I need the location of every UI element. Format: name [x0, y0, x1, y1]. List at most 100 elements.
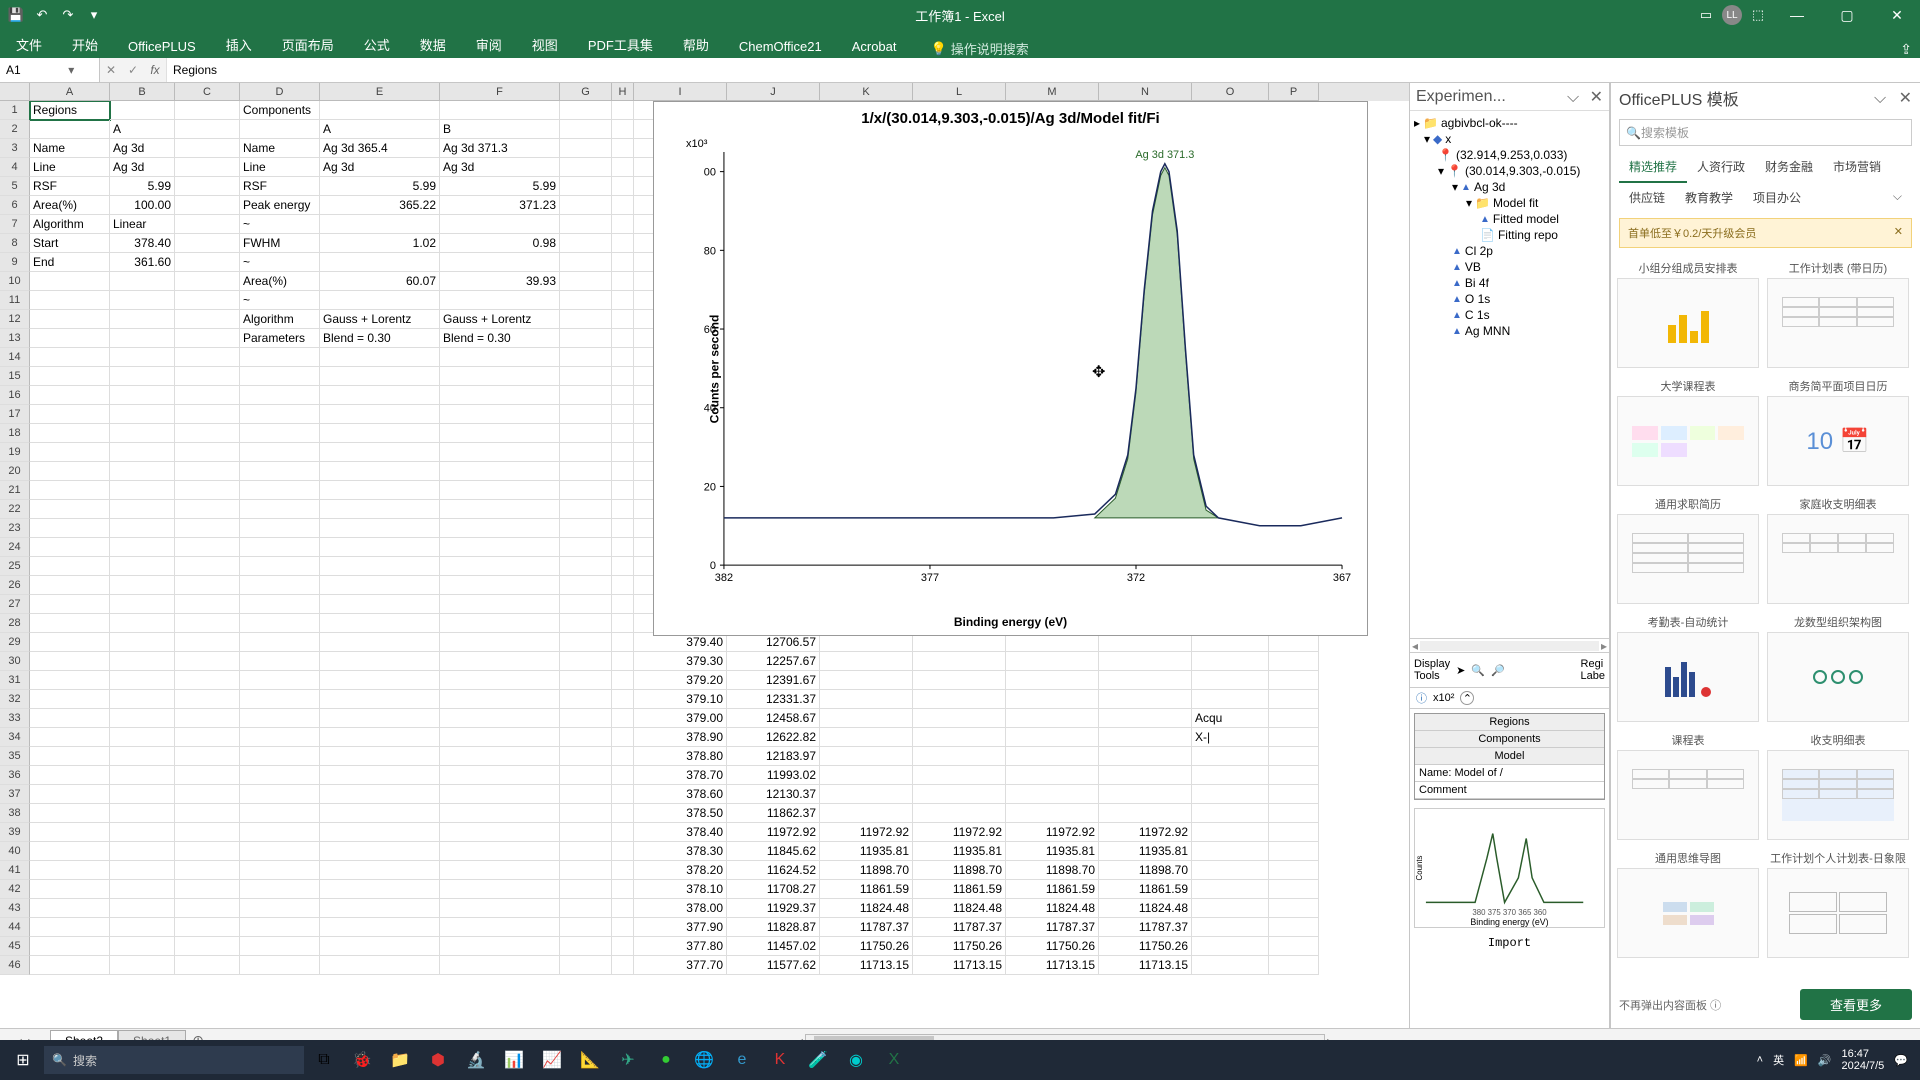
cell[interactable] — [240, 880, 320, 899]
cell[interactable] — [320, 101, 440, 120]
cat-marketing[interactable]: 市场营销 — [1823, 152, 1891, 183]
mini-chart[interactable]: Binding energy (eV) 380 375 370 365 360 … — [1414, 808, 1605, 928]
pointer-icon[interactable]: ➤ — [1456, 664, 1465, 677]
cell[interactable]: Components — [240, 101, 320, 120]
cell[interactable] — [1269, 880, 1319, 899]
cell[interactable] — [560, 766, 612, 785]
cell[interactable] — [240, 709, 320, 728]
cell[interactable]: 100.00 — [110, 196, 175, 215]
cell[interactable] — [1269, 766, 1319, 785]
cell[interactable]: Start — [30, 234, 110, 253]
cell[interactable] — [440, 614, 560, 633]
row-header[interactable]: 15 — [0, 367, 30, 386]
row-header[interactable]: 44 — [0, 918, 30, 937]
cell[interactable] — [240, 595, 320, 614]
cell[interactable] — [175, 747, 240, 766]
cell[interactable]: 11787.37 — [820, 918, 913, 937]
cell[interactable] — [1192, 937, 1269, 956]
col-header-O[interactable]: O — [1192, 83, 1269, 101]
info-icon[interactable]: ⓘ — [1416, 690, 1427, 706]
cell[interactable] — [110, 785, 175, 804]
cell[interactable] — [320, 652, 440, 671]
cell[interactable]: Area(%) — [240, 272, 320, 291]
cell[interactable] — [913, 766, 1006, 785]
cell[interactable] — [612, 215, 634, 234]
cell[interactable] — [612, 348, 634, 367]
cell[interactable] — [110, 576, 175, 595]
cell[interactable]: Area(%) — [30, 196, 110, 215]
cell[interactable] — [175, 899, 240, 918]
cell[interactable] — [175, 272, 240, 291]
cell[interactable] — [240, 804, 320, 823]
cell[interactable] — [110, 291, 175, 310]
row-header[interactable]: 20 — [0, 462, 30, 481]
taskbar-app-8[interactable]: ● — [648, 1044, 684, 1076]
cell[interactable]: 377.90 — [634, 918, 727, 937]
template-card[interactable]: 工作计划表 (带日历) — [1767, 258, 1909, 368]
cell[interactable] — [30, 614, 110, 633]
cell[interactable] — [110, 709, 175, 728]
cell[interactable] — [240, 633, 320, 652]
cell[interactable] — [612, 823, 634, 842]
cell[interactable] — [175, 880, 240, 899]
cell[interactable] — [110, 424, 175, 443]
cell[interactable] — [1006, 728, 1099, 747]
row-header[interactable]: 5 — [0, 177, 30, 196]
cell[interactable] — [30, 937, 110, 956]
cell[interactable] — [440, 253, 560, 272]
cell[interactable] — [560, 215, 612, 234]
col-header-D[interactable]: D — [240, 83, 320, 101]
row-header[interactable]: 38 — [0, 804, 30, 823]
taskbar-app-7[interactable]: ✈ — [610, 1044, 646, 1076]
cell[interactable]: 11898.70 — [913, 861, 1006, 880]
cell[interactable] — [240, 652, 320, 671]
cell[interactable] — [820, 709, 913, 728]
cell[interactable] — [820, 652, 913, 671]
cell[interactable] — [820, 671, 913, 690]
cell[interactable]: 11972.92 — [727, 823, 820, 842]
cell[interactable] — [1269, 937, 1319, 956]
taskbar-app-2[interactable]: ⬢ — [420, 1044, 456, 1076]
cell[interactable] — [175, 500, 240, 519]
cell[interactable]: 11577.62 — [727, 956, 820, 975]
cell[interactable] — [240, 671, 320, 690]
row-header[interactable]: 40 — [0, 842, 30, 861]
cell[interactable] — [320, 386, 440, 405]
cell[interactable] — [320, 500, 440, 519]
row-header[interactable]: 41 — [0, 861, 30, 880]
cell[interactable] — [240, 557, 320, 576]
tree-vb[interactable]: VB — [1465, 260, 1481, 274]
cell[interactable] — [175, 804, 240, 823]
share-icon[interactable]: ⇪ — [1900, 41, 1912, 58]
cell[interactable]: 5.99 — [440, 177, 560, 196]
cell[interactable]: 39.93 — [440, 272, 560, 291]
cell[interactable] — [820, 785, 913, 804]
cell[interactable] — [440, 728, 560, 747]
cell[interactable] — [1192, 842, 1269, 861]
cell[interactable] — [560, 880, 612, 899]
embedded-chart[interactable]: 1/x/(30.014,9.303,-0.015)/Ag 3d/Model fi… — [653, 101, 1368, 636]
cell[interactable]: 11750.26 — [1006, 937, 1099, 956]
cell[interactable]: 11824.48 — [820, 899, 913, 918]
cell[interactable] — [560, 576, 612, 595]
cell[interactable] — [440, 462, 560, 481]
cell[interactable] — [175, 690, 240, 709]
cell[interactable]: 11861.59 — [1006, 880, 1099, 899]
cell[interactable] — [1192, 747, 1269, 766]
cell[interactable] — [240, 766, 320, 785]
cell[interactable] — [560, 842, 612, 861]
cell[interactable] — [240, 690, 320, 709]
cell[interactable]: 12183.97 — [727, 747, 820, 766]
cell[interactable] — [320, 481, 440, 500]
cell[interactable] — [560, 614, 612, 633]
cell[interactable]: 378.10 — [634, 880, 727, 899]
cell[interactable] — [440, 481, 560, 500]
cell[interactable] — [320, 291, 440, 310]
cell[interactable] — [30, 348, 110, 367]
volume-icon[interactable]: 🔊 — [1818, 1054, 1832, 1067]
cell[interactable] — [175, 709, 240, 728]
taskbar-app-6[interactable]: 📐 — [572, 1044, 608, 1076]
col-header-B[interactable]: B — [110, 83, 175, 101]
cell[interactable] — [175, 253, 240, 272]
cell[interactable] — [30, 709, 110, 728]
